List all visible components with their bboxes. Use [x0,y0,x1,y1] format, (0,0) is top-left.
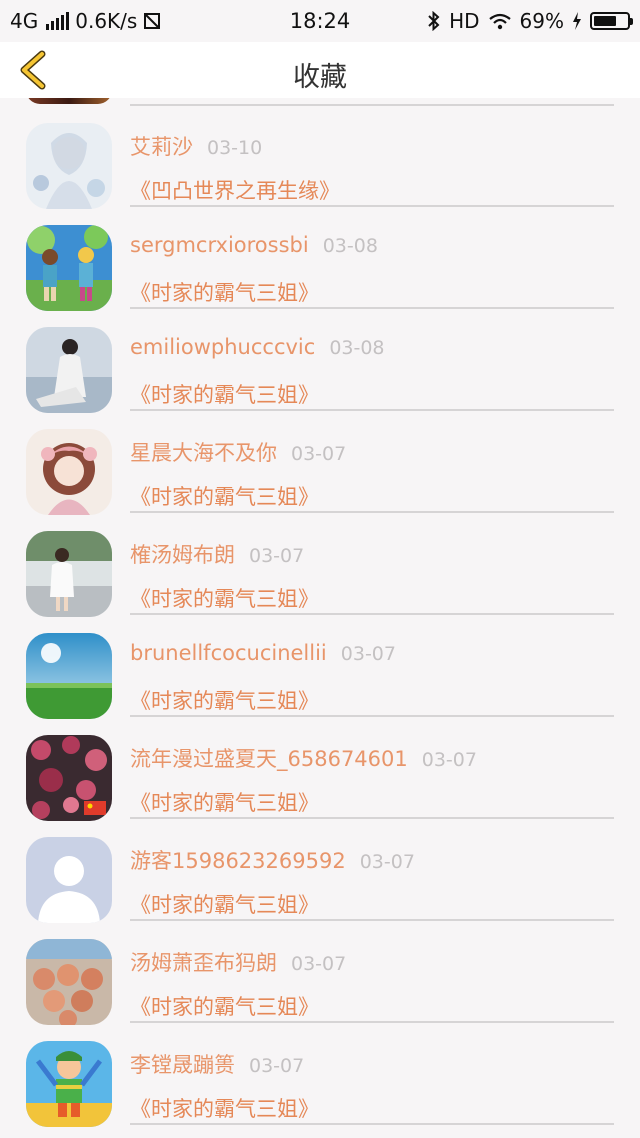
item-work-title[interactable]: 《时家的霸气三姐》 [130,685,319,715]
item-date: 03-07 [291,443,347,465]
list-item[interactable]: sergmcrxiorossbi 03-08 《时家的霸气三姐》 [0,225,640,328]
list-item[interactable]: 星晨大海不及你 03-07 《时家的霸气三姐》 [0,429,640,532]
battery-percent: 69% [519,9,564,33]
avatar[interactable] [26,531,112,617]
list-item[interactable]: emiliowphucccvic 03-08 《时家的霸气三姐》 [0,327,640,430]
item-date: 03-07 [291,953,347,975]
item-name: 流年漫过盛夏天_658674601 03-07 [130,747,477,771]
divider [130,205,614,207]
item-name: 李镗晟蹦篑 03-07 [130,1053,305,1077]
item-date: 03-07 [359,851,415,873]
item-work-title[interactable]: 《时家的霸气三姐》 [130,787,319,817]
item-date: 03-07 [249,545,305,567]
divider [130,511,614,513]
item-work-title[interactable]: 《时家的霸气三姐》 [130,991,319,1021]
status-right: HD 69% [427,9,633,33]
item-work-title[interactable]: 《时家的霸气三姐》 [130,889,319,919]
item-date: 03-08 [322,235,378,257]
list-item[interactable]: 汤姆萧歪布犸朗 03-07 《时家的霸气三姐》 [0,939,640,1042]
battery-icon [590,12,633,30]
divider [130,1123,614,1125]
avatar[interactable] [26,225,112,311]
divider [130,307,614,309]
avatar[interactable] [26,327,112,413]
favorites-list: 艾莉沙 03-10 《凹凸世界之再生缘》 sergmcrxiorossbi 03-0… [0,98,640,1138]
nav-bar: 收藏 [0,42,640,98]
status-bar: 4G 0.6K/s 18:24 HD 69% [0,0,640,42]
avatar[interactable] [26,633,112,719]
divider [130,919,614,921]
avatar-partial [26,98,112,104]
avatar[interactable] [26,939,112,1025]
item-work-title[interactable]: 《时家的霸气三姐》 [130,481,319,511]
list-item[interactable]: 榷汤姆布朗 03-07 《时家的霸气三姐》 [0,531,640,634]
item-date: 03-07 [421,749,477,771]
avatar[interactable] [26,123,112,209]
list-item[interactable]: brunellfcocucinellii 03-07 《时家的霸气三姐》 [0,633,640,736]
divider [130,715,614,717]
bluetooth-icon [428,11,440,31]
item-date: 03-07 [340,643,396,665]
item-name: 汤姆萧歪布犸朗 03-07 [130,951,347,975]
list-item[interactable]: 流年漫过盛夏天_658674601 03-07 《时家的霸气三姐》 [0,735,640,838]
avatar[interactable] [26,735,112,821]
list-item[interactable]: 艾莉沙 03-10 《凹凸世界之再生缘》 [0,123,640,226]
list-item[interactable]: 游客1598623269592 03-07 《时家的霸气三姐》 [0,837,640,940]
hd-label: HD [449,9,480,33]
item-work-title[interactable]: 《时家的霸气三姐》 [130,1093,319,1123]
divider [130,613,614,615]
divider [130,817,614,819]
divider [130,1021,614,1023]
item-name: brunellfcocucinellii 03-07 [130,641,396,665]
divider [130,409,614,411]
divider [130,104,614,106]
item-date: 03-10 [207,137,263,159]
item-name: 游客1598623269592 03-07 [130,849,415,873]
item-name: 星晨大海不及你 03-07 [130,441,347,465]
avatar[interactable] [26,1041,112,1127]
item-name: emiliowphucccvic 03-08 [130,335,385,359]
item-work-title[interactable]: 《凹凸世界之再生缘》 [130,175,340,205]
avatar[interactable] [26,837,112,923]
item-work-title[interactable]: 《时家的霸气三姐》 [130,277,319,307]
item-name: 艾莉沙 03-10 [130,135,263,159]
item-name: sergmcrxiorossbi 03-08 [130,233,378,257]
avatar[interactable] [26,429,112,515]
item-date: 03-07 [249,1055,305,1077]
charging-icon [573,12,581,30]
list-item[interactable]: 李镗晟蹦篑 03-07 《时家的霸气三姐》 [0,1041,640,1138]
wifi-icon [488,13,511,30]
item-date: 03-08 [329,337,385,359]
page-title: 收藏 [293,62,347,93]
item-work-title[interactable]: 《时家的霸气三姐》 [130,379,319,409]
item-work-title[interactable]: 《时家的霸气三姐》 [130,583,319,613]
item-name: 榷汤姆布朗 03-07 [130,543,305,567]
